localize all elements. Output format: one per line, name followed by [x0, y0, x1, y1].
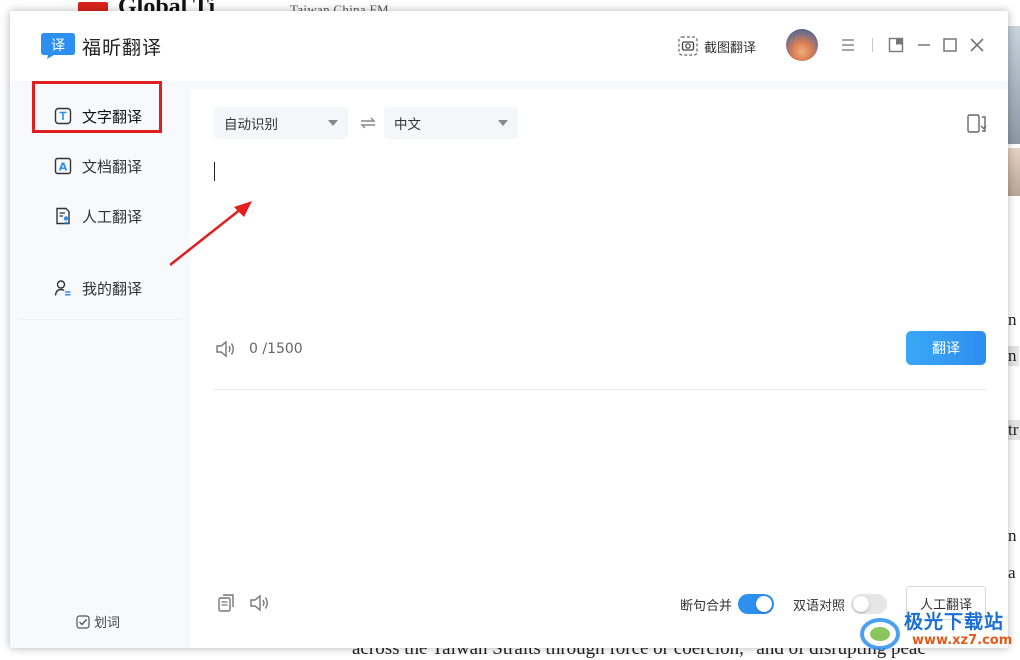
app-name: 福昕翻译: [82, 37, 163, 59]
target-language-select[interactable]: 中文: [384, 107, 518, 139]
close-icon[interactable]: [967, 35, 987, 55]
my-translate-icon: [54, 280, 71, 296]
watermark-text: 极光下载站: [904, 611, 1005, 633]
user-avatar[interactable]: [786, 29, 818, 61]
target-language-value: 中文: [394, 117, 421, 133]
copy-icon[interactable]: [216, 593, 236, 613]
app-logo-icon: 译: [41, 33, 75, 59]
screenshot-translate-button[interactable]: 截图翻译: [678, 35, 756, 57]
sidebar-item-label: 人工翻译: [82, 208, 143, 226]
swap-icon: [360, 117, 376, 129]
word-select-toggle[interactable]: 划词: [76, 612, 120, 631]
svg-text:译: 译: [51, 38, 65, 54]
document-translate-icon: A: [54, 157, 72, 175]
mini-mode-icon[interactable]: [886, 35, 906, 55]
character-count: 0 /1500: [249, 341, 303, 357]
sidebar-divider: [20, 319, 180, 320]
minimize-icon[interactable]: [914, 35, 934, 55]
swap-languages-button[interactable]: [358, 113, 378, 133]
watermark-url: www.xz7.com: [912, 633, 1013, 648]
sidebar-item-my-translations[interactable]: 我的翻译: [10, 268, 190, 308]
menu-icon[interactable]: [838, 35, 858, 55]
main-panel: 自动识别 中文 0 /1500 翻译 断句合并 双语对照 人工翻译: [190, 89, 1008, 648]
sentence-merge-toggle-group: 断句合并: [680, 594, 775, 614]
background-image: [1008, 26, 1020, 144]
sidebar-item-document-translate[interactable]: A 文档翻译: [10, 146, 190, 186]
background-text-fragment: tr: [1006, 420, 1020, 440]
sentence-merge-label: 断句合并: [680, 598, 733, 614]
source-language-select[interactable]: 自动识别: [214, 107, 348, 139]
speaker-icon[interactable]: [214, 339, 236, 359]
camera-icon: [678, 36, 698, 56]
human-translate-icon: [56, 207, 70, 225]
highlight-annotation-box: [32, 81, 162, 133]
sidebar-item-label: 我的翻译: [82, 280, 143, 298]
word-select-label: 划词: [94, 616, 121, 631]
chevron-down-icon: [498, 120, 508, 126]
panel-divider: [214, 389, 986, 390]
sidebar: 文字翻译 A 文档翻译 人工翻译 我的翻译 划词: [10, 81, 190, 648]
bilingual-label: 双语对照: [793, 598, 846, 614]
sidebar-item-human-translate[interactable]: 人工翻译: [10, 196, 190, 236]
sidebar-item-label: 文档翻译: [82, 158, 143, 176]
sentence-merge-switch[interactable]: [738, 594, 775, 614]
switch-knob: [756, 596, 773, 612]
text-cursor: [214, 162, 215, 181]
translator-window: 译 福昕翻译 截图翻译 文字翻译 A 文档翻译 人工翻译 我的翻译 划词 自动识…: [10, 11, 1008, 648]
background-image: [1008, 148, 1020, 196]
svg-text:A: A: [59, 161, 68, 174]
layout-toggle-icon[interactable]: [966, 113, 988, 135]
maximize-icon[interactable]: [940, 35, 960, 55]
title-bar: 译 福昕翻译 截图翻译: [10, 11, 1008, 81]
chevron-down-icon: [328, 120, 338, 126]
titlebar-separator: [872, 38, 873, 52]
source-language-value: 自动识别: [224, 117, 278, 133]
speaker-icon[interactable]: [248, 593, 270, 613]
screenshot-translate-label: 截图翻译: [704, 40, 757, 56]
source-text-input[interactable]: [214, 161, 988, 325]
translate-button[interactable]: 翻译: [906, 331, 986, 365]
checkbox-checked-icon: [76, 614, 90, 629]
